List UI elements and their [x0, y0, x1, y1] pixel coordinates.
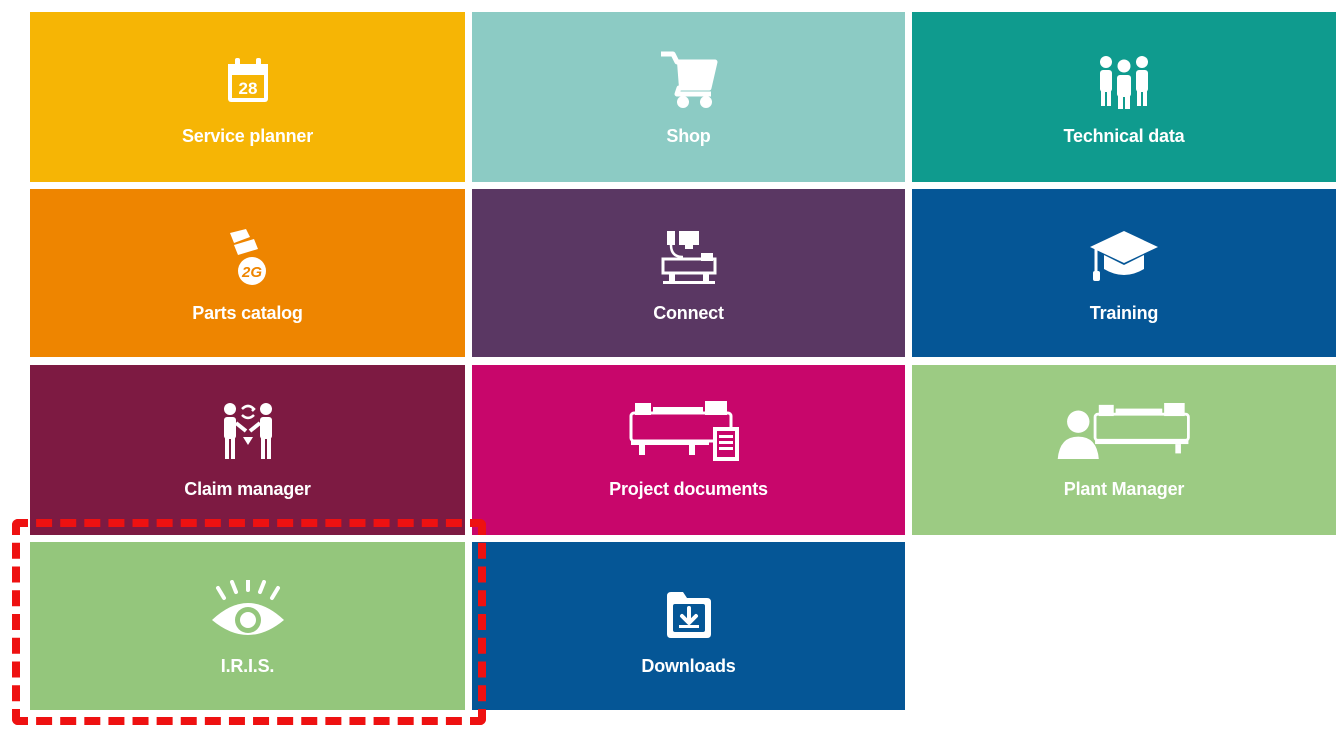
tile-label: Plant Manager — [1063, 479, 1185, 499]
dashboard-grid: 28 Service planner Shop Technical data 2… — [0, 0, 1336, 730]
tile-label: Claim manager — [184, 479, 311, 499]
tile-iris[interactable]: I.R.I.S. — [30, 542, 465, 710]
tile-parts-catalog[interactable]: 2G Parts catalog — [30, 189, 465, 357]
tile-claim-manager[interactable]: Claim manager — [30, 365, 465, 535]
download-folder-icon — [619, 566, 759, 640]
tile-training[interactable]: Training — [912, 189, 1336, 357]
tile-label: Technical data — [1063, 126, 1185, 146]
plant-manager-icon — [1054, 389, 1194, 463]
claim-exchange-icon — [178, 389, 318, 463]
eye-icon — [178, 566, 318, 640]
tile-shop[interactable]: Shop — [472, 12, 905, 182]
tile-downloads[interactable]: Downloads — [472, 542, 905, 710]
svg-text:28: 28 — [238, 79, 257, 98]
tile-label: I.R.I.S. — [220, 656, 275, 676]
tile-label: Connect — [653, 303, 724, 323]
tile-label: Project documents — [609, 479, 768, 499]
tile-label: Downloads — [641, 656, 736, 676]
tile-label: Shop — [666, 126, 711, 146]
tile-connect[interactable]: Connect — [472, 189, 905, 357]
connected-machine-icon — [619, 213, 759, 287]
shopping-cart-icon — [619, 36, 759, 110]
tile-project-documents[interactable]: Project documents — [472, 365, 905, 535]
graduation-cap-icon — [1054, 213, 1194, 287]
tile-label: Training — [1089, 303, 1159, 323]
tile-label: Service planner — [181, 126, 314, 146]
calendar-icon: 28 — [178, 36, 318, 110]
tile-technical-data[interactable]: Technical data — [912, 12, 1336, 182]
svg-text:2G: 2G — [240, 264, 261, 281]
tile-label: Parts catalog — [192, 303, 303, 323]
machine-documents-icon — [619, 389, 759, 463]
parts-icon: 2G — [178, 213, 318, 287]
tile-service-planner[interactable]: 28 Service planner — [30, 12, 465, 182]
tile-plant-manager[interactable]: Plant Manager — [912, 365, 1336, 535]
team-icon — [1054, 36, 1194, 110]
